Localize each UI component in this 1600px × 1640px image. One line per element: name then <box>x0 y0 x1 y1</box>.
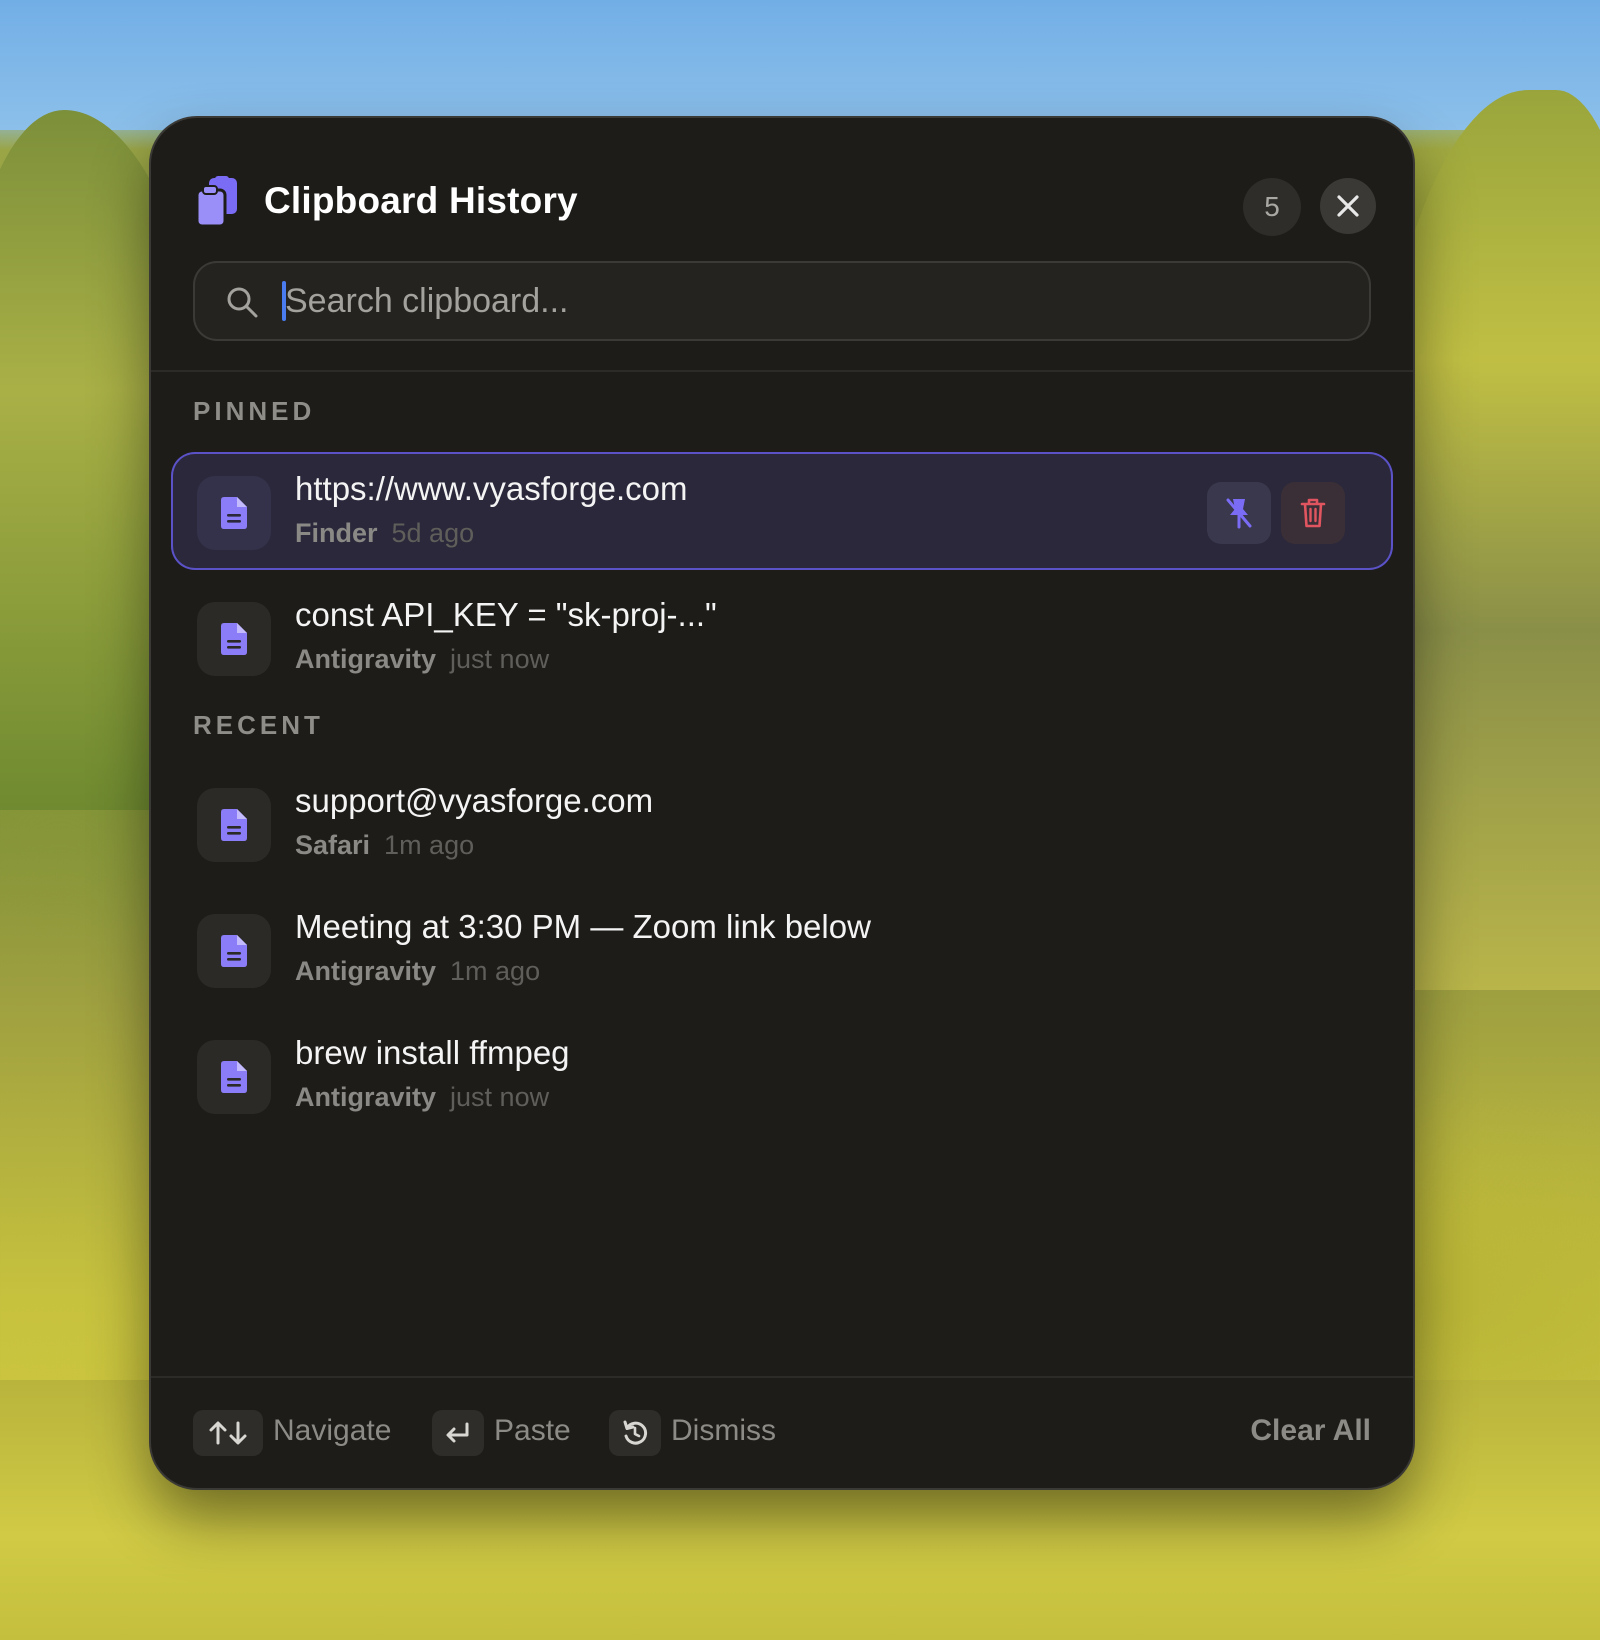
search-icon <box>225 285 259 319</box>
clip-item-text: https://www.vyasforge.com <box>295 470 688 507</box>
page-title: Clipboard History <box>264 180 578 221</box>
clip-item-source: Antigravity <box>295 956 437 986</box>
clipboard-copy-icon <box>195 176 241 228</box>
document-icon <box>221 935 247 967</box>
return-key-icon <box>446 1422 469 1443</box>
clipboard-history-panel: Clipboard History 5 PINNED <box>151 118 1413 1488</box>
panel-footer: Navigate Paste Dismiss Clear All <box>151 1378 1413 1488</box>
clip-item-source: Finder <box>295 518 378 548</box>
search-input[interactable] <box>285 261 1345 341</box>
item-count-badge: 5 <box>1243 178 1301 236</box>
clip-item-source: Safari <box>295 830 371 860</box>
navigate-hint: Navigate <box>273 1414 392 1447</box>
document-icon <box>221 623 247 655</box>
item-type-tile <box>197 602 271 676</box>
delete-button[interactable] <box>1281 482 1345 544</box>
document-icon <box>221 1061 247 1093</box>
dismiss-keycap <box>609 1410 661 1456</box>
clip-item-time: just now <box>450 1082 550 1112</box>
clip-item-pinned[interactable]: const API_KEY = "sk-proj-..." Antigravit… <box>171 578 1393 696</box>
clip-item-time: 1m ago <box>450 956 541 986</box>
unpin-button[interactable] <box>1207 482 1271 544</box>
header-divider <box>151 370 1413 372</box>
item-type-tile <box>197 1040 271 1114</box>
document-icon <box>221 809 247 841</box>
clip-item-meta: Safari 1m ago <box>295 830 474 861</box>
wallpaper-sky <box>0 0 1600 130</box>
clip-item-time: 5d ago <box>391 518 475 548</box>
pin-off-icon <box>1226 498 1252 529</box>
clip-item-meta: Finder 5d ago <box>295 518 474 549</box>
clip-item-meta: Antigravity 1m ago <box>295 956 540 987</box>
clip-item-text: brew install ffmpeg <box>295 1034 570 1071</box>
paste-hint: Paste <box>494 1414 571 1447</box>
section-label-recent: RECENT <box>193 710 324 740</box>
close-button[interactable] <box>1320 178 1376 234</box>
clip-item-source: Antigravity <box>295 1082 437 1112</box>
search-box[interactable] <box>193 261 1371 341</box>
item-type-tile <box>197 476 271 550</box>
clip-item-meta: Antigravity just now <box>295 1082 549 1113</box>
document-icon <box>221 497 247 529</box>
clip-item-recent[interactable]: Meeting at 3:30 PM — Zoom link below Ant… <box>171 890 1393 1008</box>
clip-item-text: Meeting at 3:30 PM — Zoom link below <box>295 908 871 945</box>
trash-icon <box>1300 498 1326 528</box>
clip-item-source: Antigravity <box>295 644 437 674</box>
clear-all-button[interactable]: Clear All <box>1250 1414 1371 1448</box>
navigate-keycap <box>193 1410 263 1456</box>
clip-item-text: const API_KEY = "sk-proj-..." <box>295 596 717 633</box>
clip-item-recent[interactable]: support@vyasforge.com Safari 1m ago <box>171 764 1393 882</box>
close-icon <box>1337 195 1359 217</box>
clip-item-time: 1m ago <box>384 830 475 860</box>
section-label-pinned: PINNED <box>193 396 316 426</box>
dismiss-hint: Dismiss <box>671 1414 776 1447</box>
item-type-tile <box>197 914 271 988</box>
panel-header: Clipboard History 5 <box>151 118 1413 268</box>
paste-keycap <box>432 1410 484 1456</box>
clip-item-pinned[interactable]: https://www.vyasforge.com Finder 5d ago <box>171 452 1393 570</box>
item-type-tile <box>197 788 271 862</box>
clip-item-recent[interactable]: brew install ffmpeg Antigravity just now <box>171 1016 1393 1134</box>
undo-icon <box>623 1420 648 1445</box>
clip-item-text: support@vyasforge.com <box>295 782 654 819</box>
clip-item-meta: Antigravity just now <box>295 644 549 675</box>
arrows-up-down-icon <box>209 1421 247 1445</box>
clip-item-time: just now <box>450 644 550 674</box>
